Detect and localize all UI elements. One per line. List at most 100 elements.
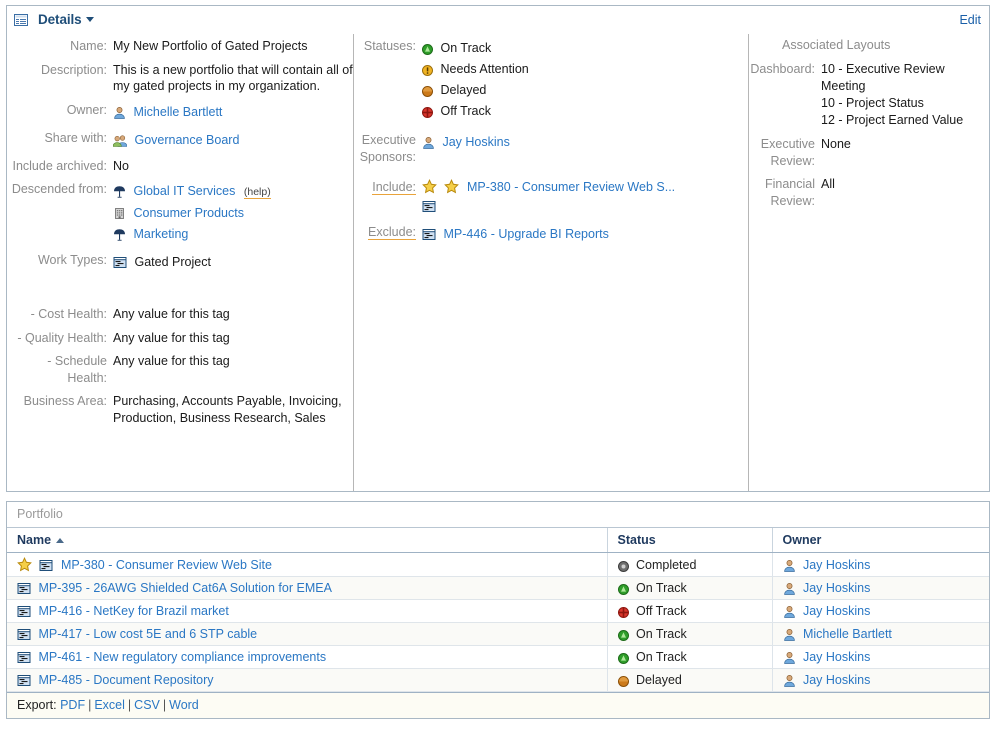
field-label: Descended from: [11,182,107,196]
field-label: Financial Review: [764,177,815,208]
cell-status: On Track [607,576,773,600]
group-icon [113,134,127,147]
status-on-track-icon [617,630,629,641]
status-label: Off Track [635,604,687,618]
project-name-link[interactable]: MP-417 - Low cost 5E and 6 STP cable [38,627,257,641]
field-label: - Cost Health: [30,307,107,321]
dashboard-layout-item: 12 - Project Earned Value [821,113,964,127]
owner-link[interactable]: Michelle Bartlett [133,105,222,119]
field-value: None [821,137,851,151]
sort-ascending-icon[interactable] [56,538,65,543]
project-icon [39,559,53,572]
project-name-link[interactable]: MP-380 - Consumer Review Web Site [61,558,272,572]
export-pdf-link[interactable]: PDF [60,698,85,712]
project-name-link[interactable]: MP-395 - 26AWG Shielded Cat6A Solution f… [38,581,331,595]
user-icon [783,651,796,664]
include-label[interactable]: Include: [372,180,416,195]
column-header-name[interactable]: Name [7,528,608,553]
field-label: Executive Sponsors: [359,133,416,164]
dashboard-layout-item: 10 - Executive Review Meeting [821,62,945,93]
cell-status: Delayed [607,668,773,692]
status-label: Needs Attention [440,62,529,76]
descended-from-link[interactable]: Marketing [133,227,188,241]
cell-owner: Jay Hoskins [772,576,989,600]
project-icon [17,628,31,641]
field-value: On Track Needs Attention Delayed Off Tra… [422,38,748,122]
owner-link[interactable]: Jay Hoskins [803,673,870,687]
organization-icon [113,228,126,241]
cell-name: MP-395 - 26AWG Shielded Cat6A Solution f… [7,576,608,600]
project-icon [422,200,436,213]
exclude-item-link[interactable]: MP-446 - Upgrade BI Reports [443,227,608,241]
table-row[interactable]: MP-417 - Low cost 5E and 6 STP cable On … [7,622,989,646]
field-description: Description: This is a new portfolio tha… [7,62,353,95]
page-title: Details [38,12,82,27]
export-excel-link[interactable]: Excel [94,698,125,712]
status-label: Delayed [635,673,682,687]
field-label: - Schedule Health: [47,354,107,385]
cell-status: Off Track [607,599,773,623]
table-row[interactable]: MP-416 - NetKey for Brazil market Off Tr… [7,599,989,623]
field-label: Include: [354,179,422,196]
field-executive-sponsors: Executive Sponsors: Jay Hoskins [354,132,748,165]
share-with-link[interactable]: Governance Board [134,133,239,147]
field-value: MP-380 - Consumer Review Web S... [422,179,748,214]
status-label: Completed [635,557,697,572]
owner-link[interactable]: Jay Hoskins [803,604,870,618]
details-panel: Details Edit Name: My New Portfolio of G… [6,5,990,492]
column-header-label: Owner [782,533,822,547]
field-financial-review: Financial Review: All [749,176,989,209]
work-type-label: Gated Project [134,255,211,269]
include-item-link[interactable]: MP-380 - Consumer Review Web S... [467,180,675,194]
cell-status: On Track [607,622,773,646]
edit-link[interactable]: Edit [959,13,981,27]
field-label: Include archived: [12,158,107,173]
project-name-link[interactable]: MP-485 - Document Repository [38,673,213,687]
user-icon [783,559,796,572]
user-icon [783,674,796,687]
cell-owner: Jay Hoskins [772,668,989,692]
project-icon [17,674,31,687]
owner-link[interactable]: Jay Hoskins [803,581,870,595]
field-name: Name: My New Portfolio of Gated Projects [7,38,353,55]
star-icon[interactable] [17,557,32,572]
cell-status: On Track [607,645,773,669]
division-icon [113,207,126,220]
table-row[interactable]: MP-380 - Consumer Review Web Site Comple… [7,552,989,577]
field-value: Purchasing, Accounts Payable, Invoicing,… [113,394,342,425]
export-word-link[interactable]: Word [169,698,199,712]
table-row[interactable]: MP-485 - Document Repository Delayed Jay… [7,668,989,692]
export-bar: Export: PDF | Excel | CSV | Word [7,692,989,718]
project-name-link[interactable]: MP-416 - NetKey for Brazil market [38,604,228,618]
descended-from-link[interactable]: Global IT Services [133,184,235,198]
details-column-left: Name: My New Portfolio of Gated Projects… [7,34,353,491]
organization-icon [113,185,126,198]
status-label: On Track [440,41,492,55]
field-statuses: Statuses: On Track Needs Attention Delay… [354,38,748,122]
descended-from-link[interactable]: Consumer Products [133,206,243,220]
exclude-label[interactable]: Exclude: [368,225,416,240]
details-column-middle: Statuses: On Track Needs Attention Delay… [353,34,748,491]
column-header-owner[interactable]: Owner [772,528,989,553]
field-value: No [113,158,129,173]
help-link[interactable]: (help) [243,186,271,199]
table-row[interactable]: MP-395 - 26AWG Shielded Cat6A Solution f… [7,576,989,600]
field-value: MP-446 - Upgrade BI Reports [422,224,748,245]
owner-link[interactable]: Jay Hoskins [803,650,870,664]
user-icon [422,136,435,149]
column-header-status[interactable]: Status [607,528,773,553]
cell-owner: Michelle Bartlett [772,622,989,646]
owner-link[interactable]: Jay Hoskins [803,558,870,572]
project-name-link[interactable]: MP-461 - New regulatory compliance impro… [38,650,326,664]
cell-name: MP-461 - New regulatory compliance impro… [7,645,608,669]
owner-link[interactable]: Michelle Bartlett [803,627,892,641]
export-csv-link[interactable]: CSV [134,698,160,712]
executive-sponsor-link[interactable]: Jay Hoskins [442,135,509,149]
field-value: Any value for this tag [113,307,230,321]
chevron-down-icon[interactable] [85,16,94,22]
field-label: Business Area: [23,394,107,408]
table-row[interactable]: MP-461 - New regulatory compliance impro… [7,645,989,669]
user-icon [783,582,796,595]
field-value: 10 - Executive Review Meeting 10 - Proje… [821,61,989,129]
